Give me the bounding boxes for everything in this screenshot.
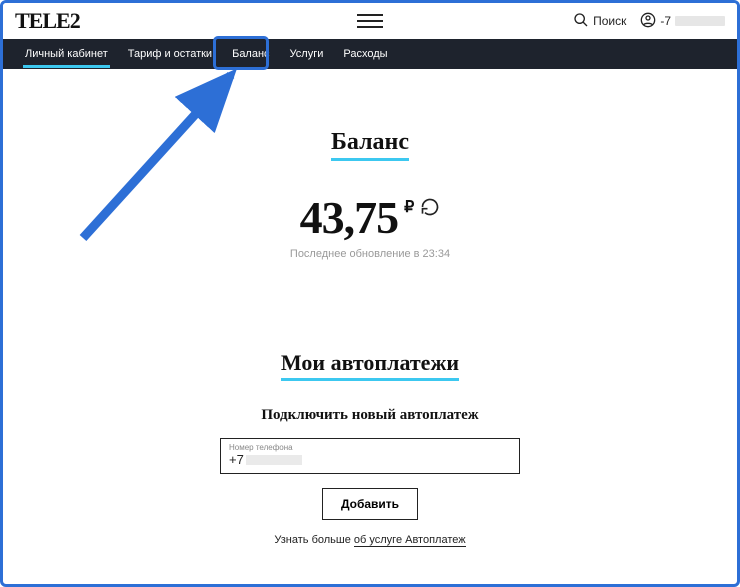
nav-item-services[interactable]: Услуги	[282, 42, 332, 66]
nav-item-tariff[interactable]: Тариф и остатки	[120, 42, 220, 66]
add-button[interactable]: Добавить	[322, 488, 418, 520]
nav-item-balance[interactable]: Баланс	[224, 42, 277, 66]
phone-input[interactable]: Номер телефона +7	[220, 438, 520, 474]
main-nav: Личный кабинет Тариф и остатки Баланс Ус…	[3, 39, 737, 69]
search-button[interactable]: Поиск	[573, 12, 626, 31]
phone-input-masked	[246, 455, 302, 465]
search-icon	[573, 12, 589, 31]
nav-item-expenses[interactable]: Расходы	[335, 42, 395, 66]
last-updated-text: Последнее обновление в 23:34	[43, 248, 697, 260]
nav-item-account[interactable]: Личный кабинет	[17, 42, 116, 66]
account-phone-masked	[675, 16, 725, 26]
top-bar: TELE2 Поиск -7	[3, 3, 737, 39]
balance-amount: 43,75	[300, 191, 399, 244]
phone-input-label: Номер телефона	[229, 443, 511, 452]
autopay-subtitle: Подключить новый автоплатеж	[43, 407, 697, 424]
balance-title: Баланс	[331, 129, 409, 161]
menu-icon[interactable]	[357, 14, 383, 28]
currency-symbol: ₽	[404, 197, 414, 217]
balance-section: Баланс 43,75 ₽ Последнее обновление в 23…	[43, 129, 697, 260]
more-info-text: Узнать больше об услуге Автоплатеж	[43, 534, 697, 546]
autopay-section: Мои автоплатежи Подключить новый автопла…	[43, 350, 697, 546]
search-label: Поиск	[593, 14, 626, 28]
phone-input-prefix: +7	[229, 452, 244, 467]
user-icon	[640, 12, 656, 31]
refresh-icon[interactable]	[420, 197, 440, 222]
autopay-title: Мои автоплатежи	[281, 350, 459, 381]
account-button[interactable]: -7	[640, 12, 725, 31]
account-phone-prefix: -7	[660, 14, 671, 28]
logo: TELE2	[15, 8, 80, 34]
more-info-link[interactable]: об услуге Автоплатеж	[354, 534, 466, 547]
